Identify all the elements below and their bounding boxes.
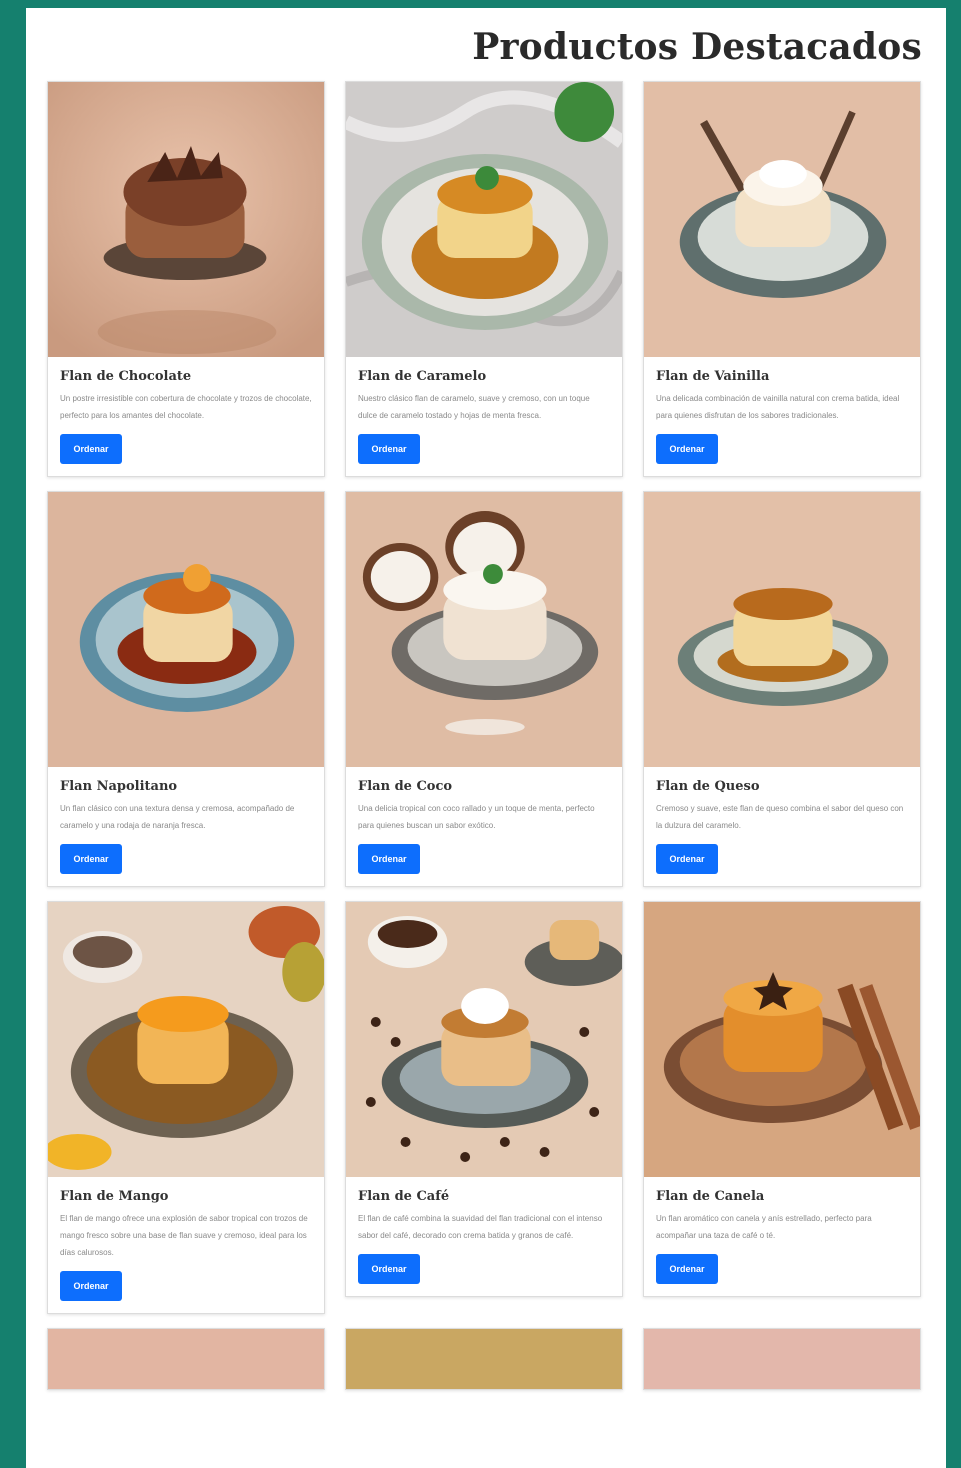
order-button[interactable]: Ordenar xyxy=(358,434,420,464)
caramel-flan-image xyxy=(346,82,622,357)
order-button[interactable]: Ordenar xyxy=(60,1271,122,1301)
product-name: Flan de Queso xyxy=(656,779,760,794)
mango-flan-image xyxy=(48,902,324,1177)
product-description: Cremoso y suave, este flan de queso comb… xyxy=(656,804,904,830)
product-card-partial xyxy=(643,1328,921,1390)
product-grid: Flan de Chocolate Un postre irresistible… xyxy=(47,81,924,1390)
product-description: El flan de mango ofrece una explosión de… xyxy=(60,1214,308,1257)
product-card: Flan de Chocolate Un postre irresistible… xyxy=(47,81,325,477)
product-name: Flan de Coco xyxy=(358,779,453,794)
order-button[interactable]: Ordenar xyxy=(60,844,122,874)
cinnamon-flan-image xyxy=(644,902,920,1177)
napolitano-flan-image xyxy=(48,492,324,767)
product-name: Flan de Vainilla xyxy=(656,369,770,384)
vanilla-flan-image xyxy=(644,82,920,357)
coconut-flan-image xyxy=(346,492,622,767)
products-panel: Productos Destacados Flan de Chocolate U… xyxy=(26,8,946,1468)
product-card: Flan de Coco Una delicia tropical con co… xyxy=(345,491,623,887)
product-name: Flan Napolitano xyxy=(60,779,178,794)
product-card: Flan de Vainilla Una delicada combinació… xyxy=(643,81,921,477)
product-description: Un flan clásico con una textura densa y … xyxy=(60,804,295,830)
product-description: Nuestro clásico flan de caramelo, suave … xyxy=(358,394,590,420)
product-card: Flan de Café El flan de café combina la … xyxy=(345,901,623,1297)
product-name: Flan de Caramelo xyxy=(358,369,487,384)
product-card: Flan Napolitano Un flan clásico con una … xyxy=(47,491,325,887)
product-name: Flan de Chocolate xyxy=(60,369,192,384)
product-card: Flan de Queso Cremoso y suave, este flan… xyxy=(643,491,921,887)
product-card: Flan de Mango El flan de mango ofrece un… xyxy=(47,901,325,1314)
product-name: Flan de Mango xyxy=(60,1189,169,1204)
product-image-partial xyxy=(644,1329,920,1389)
product-description: Una delicada combinación de vainilla nat… xyxy=(656,394,900,420)
product-description: El flan de café combina la suavidad del … xyxy=(358,1214,603,1240)
page-title: Productos Destacados xyxy=(472,26,922,68)
product-card: Flan de Caramelo Nuestro clásico flan de… xyxy=(345,81,623,477)
product-description: Un postre irresistible con cobertura de … xyxy=(60,394,312,420)
coffee-flan-image xyxy=(346,902,622,1177)
product-card-partial xyxy=(47,1328,325,1390)
order-button[interactable]: Ordenar xyxy=(358,1254,420,1284)
product-description: Una delicia tropical con coco rallado y … xyxy=(358,804,595,830)
product-name: Flan de Café xyxy=(358,1189,450,1204)
product-card-partial xyxy=(345,1328,623,1390)
order-button[interactable]: Ordenar xyxy=(60,434,122,464)
cheese-flan-image xyxy=(644,492,920,767)
chocolate-flan-image xyxy=(48,82,324,357)
product-image-partial xyxy=(48,1329,324,1389)
order-button[interactable]: Ordenar xyxy=(656,434,718,464)
product-name: Flan de Canela xyxy=(656,1189,765,1204)
order-button[interactable]: Ordenar xyxy=(358,844,420,874)
product-image-partial xyxy=(346,1329,622,1389)
product-card: Flan de Canela Un flan aromático con can… xyxy=(643,901,921,1297)
order-button[interactable]: Ordenar xyxy=(656,844,718,874)
product-description: Un flan aromático con canela y anís estr… xyxy=(656,1214,872,1240)
order-button[interactable]: Ordenar xyxy=(656,1254,718,1284)
